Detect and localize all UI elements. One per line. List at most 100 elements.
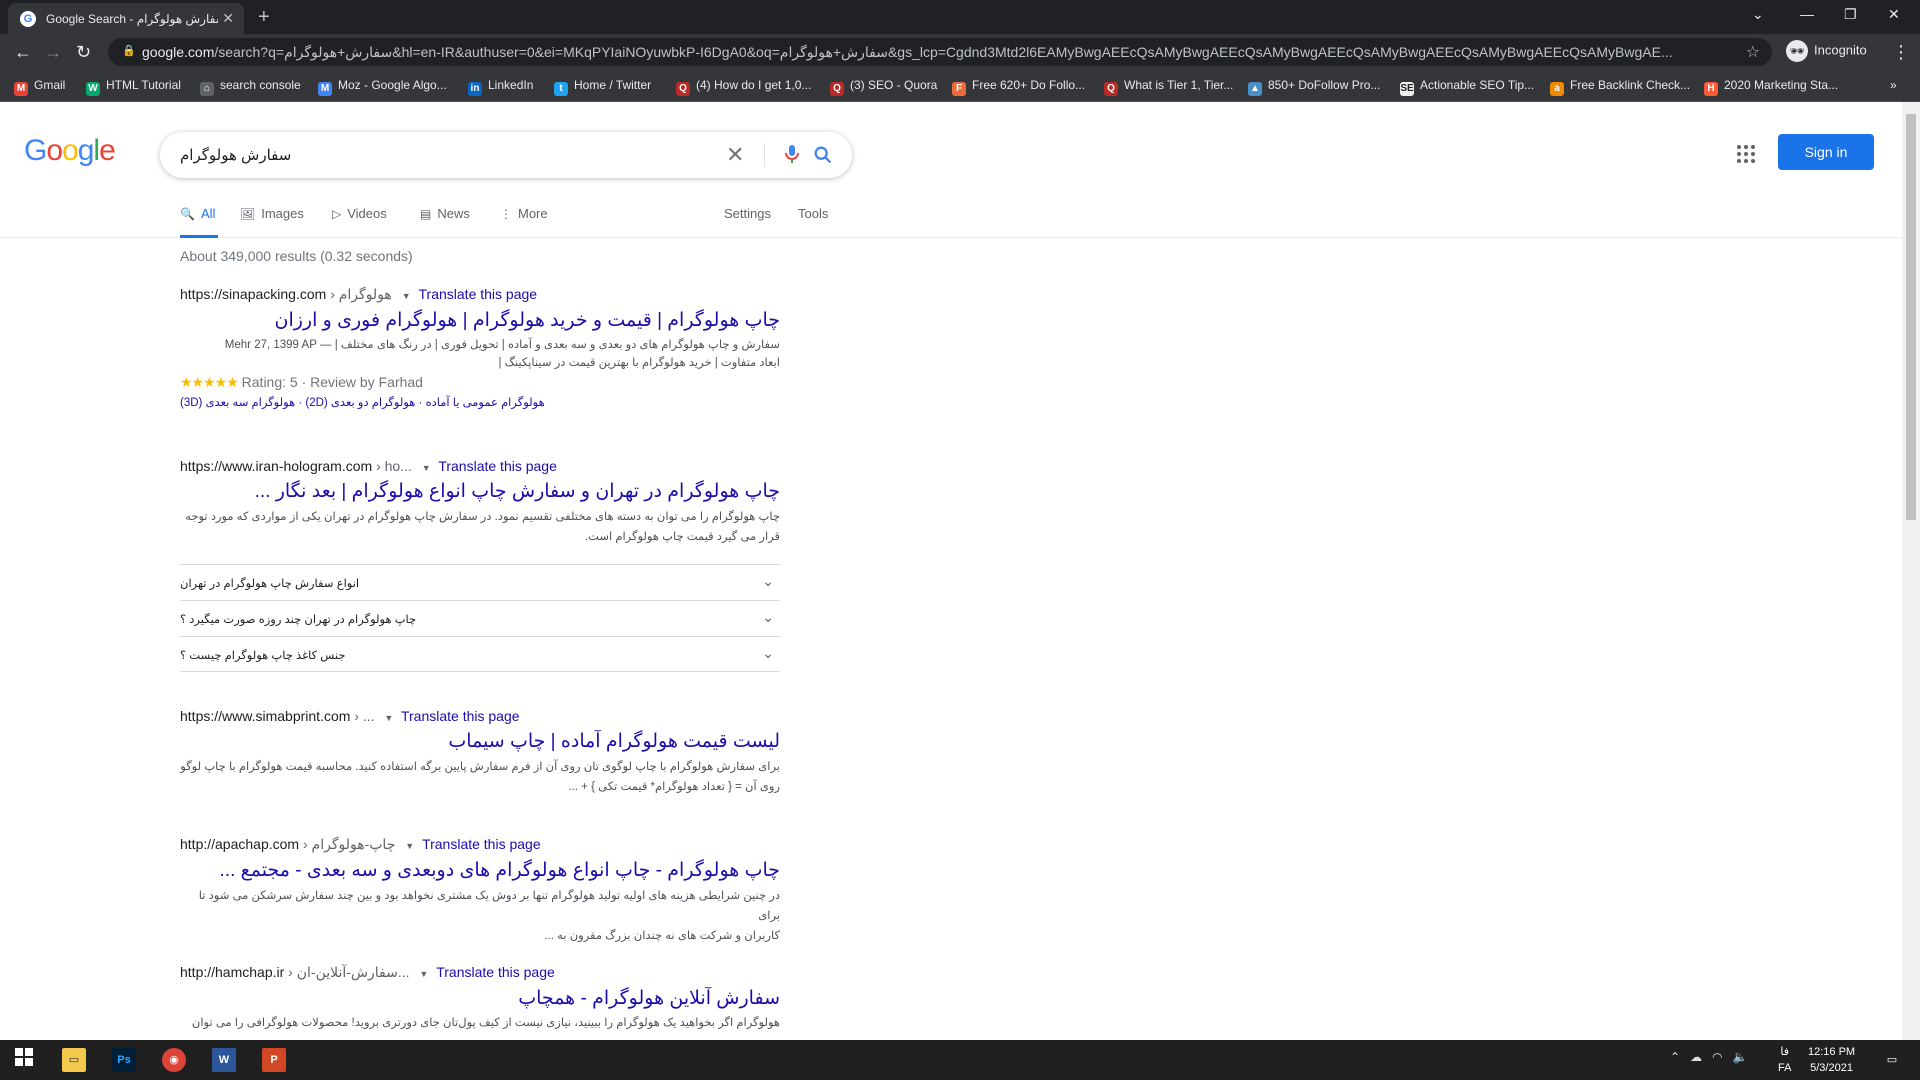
sign-in-button[interactable]: Sign in [1778,134,1874,170]
bookmark-850-dofollow[interactable]: ▲ 850+ DoFollow Pro... [1248,78,1380,96]
translate-link[interactable]: Translate this page [438,458,557,474]
google-apps-icon[interactable] [1736,144,1756,169]
w3schools-icon: W [86,82,100,96]
result-url[interactable]: https://www.simabprint.com [180,708,350,724]
bookmarks-overflow-icon[interactable]: » [1890,78,1897,92]
result-cite: https://sinapacking.com › هولوگرام ▼ Tra… [180,286,780,303]
result-url[interactable]: https://sinapacking.com [180,286,326,302]
back-icon[interactable]: ← [14,42,32,63]
tools-link[interactable]: Tools [798,206,828,221]
bookmark-linkedin[interactable]: in LinkedIn [468,78,533,96]
bookmark-html-tutorial[interactable]: W HTML Tutorial [86,78,181,96]
ahrefs-icon: a [1550,82,1564,96]
faq-item[interactable]: جنس کاغذ چاپ هولوگرام چیست ؟ ⌄ [180,636,780,672]
result-title-link[interactable]: سفارش آنلاین هولوگرام - همچاپ [180,987,780,1010]
result-url[interactable]: http://hamchap.ir [180,964,284,980]
result-path: › ho... [376,458,412,474]
bookmark-quora-2[interactable]: Q (3) SEO - Quora [830,78,937,96]
translate-link[interactable]: Translate this page [419,286,538,302]
volume-icon[interactable]: 🔈 [1733,1050,1748,1064]
tab-more[interactable]: ⋮ More [500,206,548,221]
search-icon[interactable] [812,144,834,171]
taskbar-clock[interactable]: 12:16 PM 5/3/2021 [1808,1044,1855,1076]
word-icon[interactable]: W [212,1048,236,1072]
caret-down-icon[interactable]: ▼ [402,291,411,301]
bookmark-star-icon[interactable]: ☆ [1746,42,1760,62]
tray-chevron-icon[interactable]: ⌃ [1670,1050,1680,1064]
page-scrollbar[interactable] [1902,102,1920,1040]
result-title-link[interactable]: لیست قیمت هولوگرام آماده | چاپ سیماب [180,730,780,753]
bookmark-quora-1[interactable]: Q (4) How do I get 1,0... [676,78,811,96]
result-url[interactable]: http://apachap.com [180,836,299,852]
url-text[interactable]: google.com/search?q=سفارش+هولوگرام&hl=en… [142,44,1732,61]
restore-icon[interactable]: ❐ [1844,6,1857,23]
faq-item[interactable]: چاپ هولوگرام در تهران چند روزه صورت میگی… [180,600,780,636]
windows-start-icon[interactable] [12,1048,36,1072]
result-title-link[interactable]: چاپ هولوگرام در تهران و سفارش چاپ انواع … [180,480,780,503]
result-cite: http://apachap.com › چاپ-هولوگرام ▼ Tran… [180,836,780,853]
wifi-icon[interactable]: ◠ [1712,1050,1722,1064]
clear-search-icon[interactable]: ✕ [726,142,744,168]
translate-link[interactable]: Translate this page [436,964,555,980]
photoshop-icon[interactable]: Ps [112,1048,136,1072]
bookmark-tier[interactable]: Q What is Tier 1, Tier... [1104,78,1233,96]
faq-item[interactable]: انواع سفارش چاپ هولوگرام در تهران ⌄ [180,564,780,600]
caret-down-icon[interactable]: ▼ [405,841,414,851]
close-tab-icon[interactable]: ✕ [222,10,234,27]
bookmark-marketing-stats[interactable]: H 2020 Marketing Sta... [1704,78,1838,96]
result-title-link[interactable]: چاپ هولوگرام - چاپ انواع هولوگرام های دو… [180,859,780,882]
search-box[interactable]: سفارش هولوگرام ✕ [160,132,852,178]
system-tray: ⌃ ☁ ◠ 🔈 [1670,1050,1748,1064]
tab-news[interactable]: ▤ News [420,206,470,221]
translate-link[interactable]: Translate this page [422,836,541,852]
browser-tab[interactable]: G Google Search - سفارش هولوگرام ✕ [8,3,244,34]
chevron-down-icon[interactable]: ⌄ [762,573,774,590]
bookmark-seo-tips[interactable]: SE Actionable SEO Tip... [1400,78,1534,96]
bookmark-gmail[interactable]: M Gmail [14,78,65,96]
incognito-profile-button[interactable]: 🕶 Incognito [1786,40,1867,62]
cloud-icon[interactable]: ☁ [1690,1050,1702,1064]
caret-down-icon[interactable]: ▼ [422,463,431,473]
chevron-down-icon[interactable]: ⌄ [762,645,774,662]
search-input[interactable]: سفارش هولوگرام [180,146,291,164]
powerpoint-icon[interactable]: P [262,1048,286,1072]
google-logo[interactable]: Google [24,134,116,168]
notification-icon[interactable]: ▭ [1880,1048,1904,1072]
bookmarks-bar: M Gmail W HTML Tutorial ⌂ search console MM… [0,70,1920,102]
translate-link[interactable]: Translate this page [401,708,520,724]
result-url[interactable]: https://www.iran-hologram.com [180,458,372,474]
new-tab-icon[interactable]: + [258,6,270,29]
file-explorer-icon[interactable]: ▭ [62,1048,86,1072]
result-snippet: سفارش و چاپ هولوگرام های دو بعدی و سه بع… [224,339,780,351]
result-title-link[interactable]: چاپ هولوگرام | قیمت و خرید هولوگرام | هو… [180,309,781,332]
caret-down-icon[interactable]: ▼ [419,969,428,979]
chrome-icon[interactable]: ◉ [162,1048,186,1072]
moz-icon: M [318,82,332,96]
forward-icon[interactable]: → [44,42,62,63]
quora-icon: Q [676,82,690,96]
bookmark-backlink-checker[interactable]: a Free Backlink Check... [1550,78,1690,96]
caret-down-icon[interactable]: ▼ [384,713,393,723]
menu-kebab-icon[interactable]: ⋮ [1892,42,1910,63]
reload-icon[interactable]: ↻ [76,42,91,63]
lock-icon[interactable]: 🔒 [122,44,136,57]
scrollbar-thumb[interactable] [1906,114,1916,520]
tab-images[interactable]: 🖼 Images [240,206,304,221]
address-bar[interactable]: 🔒 google.com/search?q=سفارش+هولوگرام&hl=… [108,38,1772,66]
minimize-icon[interactable]: — [1800,6,1814,22]
bookmark-dofollow[interactable]: F Free 620+ Do Follo... [952,78,1085,96]
settings-link[interactable]: Settings [724,206,771,221]
bookmark-twitter[interactable]: t Home / Twitter [554,78,651,96]
twitter-icon: t [554,82,568,96]
tab-search-icon[interactable]: ⌄ [1752,6,1764,23]
tab-all[interactable]: 🔍 All [180,206,215,221]
result-sitelinks[interactable]: هولوگرام عمومی یا آماده · هولوگرام دو بع… [180,395,780,409]
bookmark-moz[interactable]: M Moz - Google Algo... [318,78,447,96]
window-close-icon[interactable]: ✕ [1888,6,1900,23]
bookmark-search-console[interactable]: ⌂ search console [200,78,301,96]
microphone-icon[interactable] [780,142,804,171]
language-indicator[interactable]: فا FA [1778,1044,1791,1076]
tab-videos[interactable]: ▷ Videos [332,206,387,221]
result-snippet: چاپ هولوگرام را می توان به دسته های مختل… [185,511,780,523]
chevron-down-icon[interactable]: ⌄ [762,609,774,626]
